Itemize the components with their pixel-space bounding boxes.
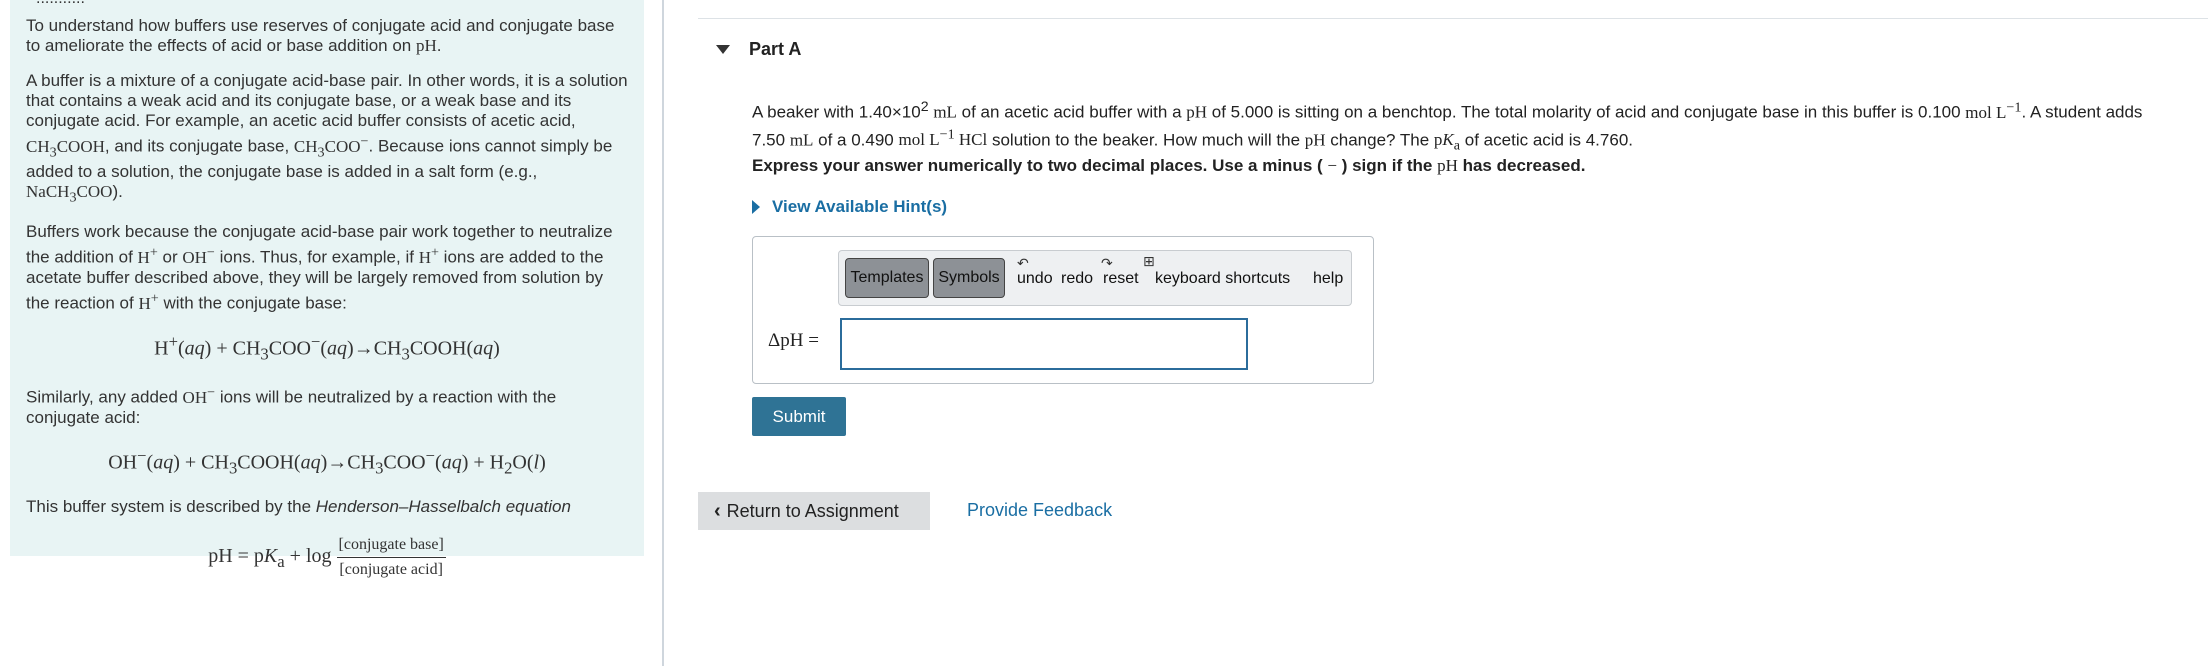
view-hints-toggle[interactable]: View Available Hint(s) (752, 197, 947, 217)
keyboard-shortcuts-button[interactable]: keyboard shortcuts (1155, 270, 1290, 288)
equation-acid-neutralization: H+(aq) + CH3COO−(aq)→CH3COOH(aq) (154, 331, 500, 364)
expand-triangle-icon[interactable] (752, 200, 760, 214)
henderson-hasselbalch-equation: pH = pKa + log [conjugate base] [conjuga… (208, 535, 446, 580)
collapse-triangle-icon[interactable] (716, 44, 730, 54)
intro-paragraph-5: This buffer system is described by the H… (26, 496, 571, 516)
hh-denominator: [conjugate acid] (339, 560, 443, 578)
reset-button[interactable]: reset (1103, 270, 1139, 288)
part-header[interactable]: Part A (698, 28, 2208, 70)
redo-button[interactable]: redo (1061, 270, 1093, 288)
return-to-assignment-button[interactable]: ‹ Return to Assignment (698, 492, 930, 530)
math-toolbar: Templates Symbols ↶ undo ↷ redo ⊞ reset … (838, 250, 1352, 306)
equation-base-neutralization: OH−(aq) + CH3COOH(aq)→CH3COO−(aq) + H2O(… (108, 446, 546, 478)
intro-paragraph-1: To understand how buffers use reserves o… (26, 16, 615, 55)
submit-button[interactable]: Submit (752, 397, 846, 436)
hh-fraction: [conjugate base] [conjugate acid] (336, 535, 446, 580)
templates-button[interactable]: Templates (845, 258, 929, 298)
provide-feedback-link[interactable]: Provide Feedback (967, 500, 1112, 521)
undo-button[interactable]: undo (1017, 270, 1053, 288)
panel-divider[interactable] (662, 0, 664, 666)
answer-instruction: Express your answer numerically to two d… (752, 156, 1586, 175)
question-line-1: A beaker with 1.40×102 mL of an acetic a… (752, 99, 2143, 122)
intro-paragraph-4: Similarly, any added OH− ions will be ne… (26, 384, 557, 428)
part-title: Part A (749, 38, 802, 59)
chevron-left-icon: ‹ (714, 499, 721, 522)
help-button[interactable]: help (1313, 270, 1343, 288)
question-line-2: 7.50 mL of a 0.490 mol L−1 HCl solution … (752, 126, 1633, 154)
intro-paragraph-3: Buffers work because the conjugate acid-… (26, 222, 613, 313)
top-rule (698, 18, 2208, 19)
question-text: A beaker with 1.40×102 mL of an acetic a… (752, 96, 2208, 157)
delta-ph-label: ΔpH = (768, 330, 819, 351)
hh-numerator: [conjugate base] (336, 535, 446, 558)
return-label: Return to Assignment (726, 500, 899, 521)
learning-goal-heading: ........... (36, 0, 85, 9)
delta-ph-input[interactable] (840, 318, 1248, 370)
symbols-button[interactable]: Symbols (933, 258, 1005, 298)
view-hints-link[interactable]: View Available Hint(s) (772, 197, 947, 217)
intro-paragraph-2: A buffer is a mixture of a conjugate aci… (26, 71, 628, 206)
intro-panel: ........... To understand how buffers us… (10, 0, 644, 578)
reset-icon[interactable]: ⊞ (1143, 253, 1155, 270)
